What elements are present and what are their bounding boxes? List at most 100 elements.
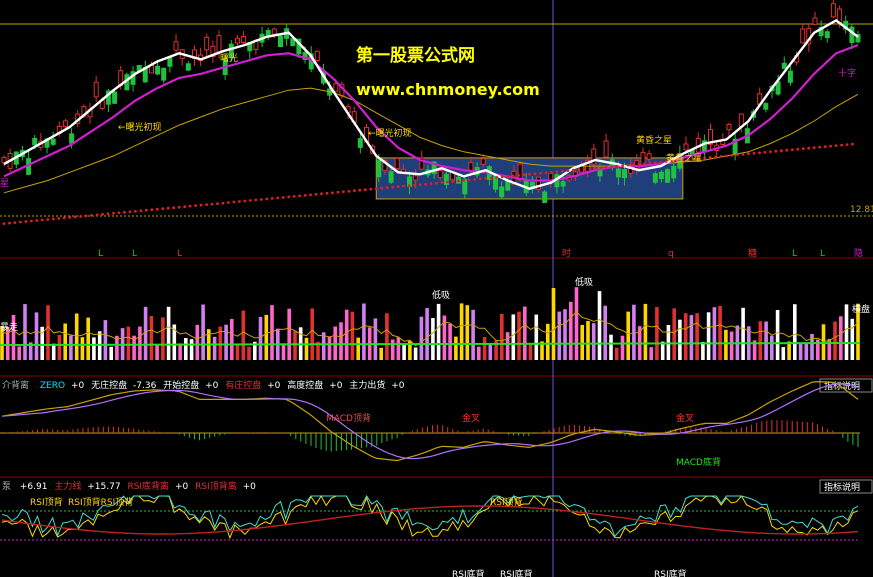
dotted-line-point	[331, 191, 334, 195]
dotted-line-point	[46, 218, 50, 221]
dotted-line-point	[796, 147, 800, 151]
volume-bar	[655, 307, 659, 360]
volume-bar	[92, 337, 96, 360]
candle-body	[278, 35, 283, 47]
volume-bar	[850, 318, 855, 360]
volume-bar	[63, 323, 67, 360]
candle-body	[216, 35, 222, 53]
dotted-line-point	[227, 201, 230, 204]
candle-body	[32, 137, 38, 146]
candle-body	[185, 63, 191, 71]
candle-body	[161, 67, 167, 81]
dotted-line-point	[35, 219, 39, 222]
volume-bar	[609, 334, 613, 360]
candle-body	[235, 37, 240, 44]
candle-body	[394, 157, 400, 170]
rsi-label-bottom-1: RSI底背	[452, 568, 485, 577]
macd-label-golden-cross-1: 金叉	[462, 412, 480, 424]
watermark-title: 第一股票公式网	[356, 45, 475, 66]
dotted-line-point	[790, 148, 794, 152]
dotted-line-point	[511, 174, 515, 178]
dotted-line-point	[659, 160, 663, 164]
volume-label-low-buy-2: 低吸	[575, 276, 593, 288]
dotted-line-point	[276, 196, 280, 200]
rsi-label-bottom-2: RSI底背	[500, 568, 533, 577]
volume-bar	[764, 321, 768, 360]
volume-bar	[471, 309, 475, 360]
volume-bar	[724, 329, 728, 360]
dotted-line-point	[550, 170, 553, 174]
volume-bar	[304, 337, 309, 360]
dotted-line-point	[615, 164, 619, 168]
dotted-line-point	[62, 216, 66, 220]
dotted-line-point	[161, 207, 165, 211]
dotted-line-point	[2, 222, 6, 226]
dotted-line-point	[522, 173, 526, 177]
volume-bar	[741, 307, 745, 360]
dotted-line-point	[561, 169, 564, 173]
candle-body	[781, 62, 787, 69]
volume-bar	[706, 312, 711, 360]
dotted-line-point	[829, 144, 832, 148]
volume-bar	[230, 319, 234, 360]
volume-bar	[551, 288, 556, 360]
dotted-line-point	[457, 179, 460, 183]
dotted-line-point	[413, 183, 416, 187]
volume-bar	[287, 308, 291, 360]
dotted-line-point	[134, 209, 137, 213]
marker-7: L	[792, 249, 797, 259]
volume-bar	[235, 344, 240, 360]
dotted-line-point	[144, 208, 148, 212]
rsi-help-button-label: 指标说明	[824, 481, 860, 493]
volume-bar	[574, 287, 579, 360]
dotted-line-point	[785, 148, 789, 152]
dotted-line-point	[238, 200, 241, 203]
dotted-line-point	[150, 208, 154, 212]
dotted-line-point	[610, 165, 614, 169]
dotted-line-point	[708, 156, 712, 159]
volume-bar	[557, 311, 562, 360]
volume-bar	[569, 301, 573, 360]
dotted-line-point	[473, 178, 477, 181]
volume-bar	[546, 323, 550, 360]
volume-bar	[775, 310, 780, 360]
dotted-line-point	[484, 177, 488, 180]
dotted-line-point	[216, 202, 219, 206]
volume-bar	[57, 335, 62, 360]
candle-body	[173, 41, 179, 51]
volume-bar	[477, 346, 481, 360]
dotted-line-point	[648, 161, 652, 165]
volume-label-sideways: 横盘	[852, 303, 870, 315]
dotted-line-point	[604, 165, 608, 169]
volume-bar	[448, 323, 452, 360]
volume-bar	[350, 311, 355, 360]
dotted-line-point	[101, 212, 104, 216]
volume-bar	[51, 343, 56, 360]
volume-bar	[379, 347, 383, 360]
dotted-line-point	[183, 205, 187, 209]
candle-body	[480, 158, 486, 165]
rsi-label-bottom-3: RSI底背	[654, 568, 687, 577]
volume-bar	[580, 324, 584, 360]
volume-bar	[465, 305, 470, 360]
dotted-line-point	[446, 180, 449, 184]
dotted-line-point	[812, 146, 816, 150]
dotted-line-point	[363, 188, 367, 192]
volume-bar	[833, 321, 837, 360]
rsi-label-top-3: RSI顶背	[490, 496, 523, 508]
marker-1: L	[98, 249, 103, 259]
volume-bar	[264, 314, 269, 360]
volume-bar	[161, 317, 165, 360]
dotted-line-point	[654, 161, 657, 164]
volume-bar	[678, 319, 682, 360]
dotted-line-point	[199, 203, 203, 207]
dotted-line-point	[845, 143, 849, 147]
dotted-line-point	[588, 167, 592, 171]
volume-bar	[511, 314, 516, 360]
dotted-line-point	[95, 213, 99, 217]
volume-bar	[672, 308, 676, 360]
marker-8: L	[820, 249, 825, 259]
dotted-line-point	[621, 164, 624, 168]
volume-bar	[695, 313, 699, 360]
volume-bar	[597, 291, 602, 360]
